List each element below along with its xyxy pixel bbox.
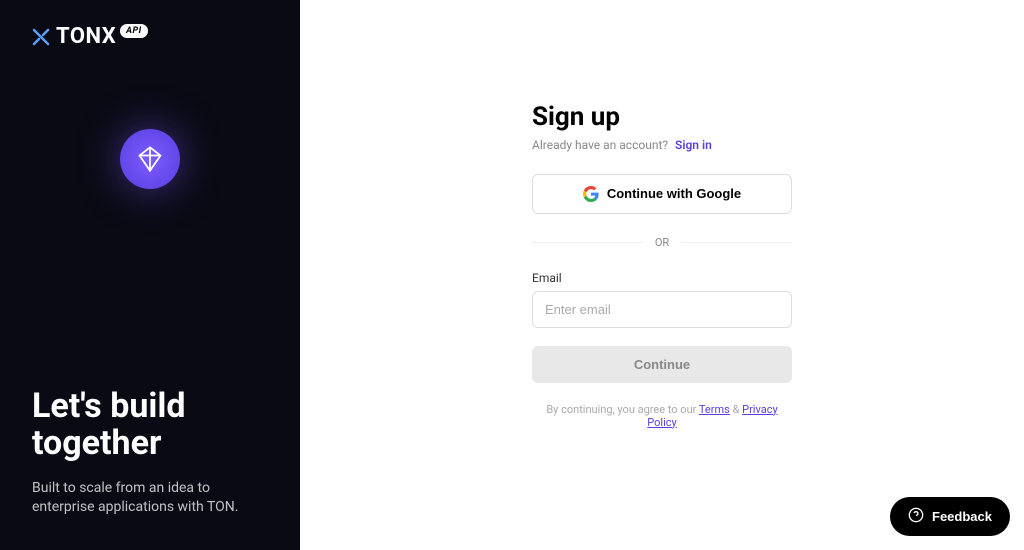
signup-form: Sign up Already have an account? Sign in… — [532, 102, 792, 429]
legal-text: By continuing, you agree to our Terms & … — [532, 403, 792, 429]
google-icon — [583, 186, 599, 202]
feedback-button[interactable]: Feedback — [890, 497, 1010, 536]
hero-icon-area — [32, 49, 268, 388]
brand-name: TONX API — [56, 24, 148, 49]
sidebar-hero-text: Let's build together Built to scale from… — [32, 388, 268, 518]
sidebar: TONX API Let's build together Built to s… — [0, 0, 300, 550]
email-label: Email — [532, 271, 792, 285]
headline: Let's build together — [32, 388, 268, 463]
divider: OR — [532, 236, 792, 249]
terms-link[interactable]: Terms — [699, 403, 730, 416]
main-content: Sign up Already have an account? Sign in… — [300, 0, 1024, 550]
diamond-circle-icon — [120, 129, 180, 189]
brand-x-icon — [32, 28, 50, 46]
continue-button[interactable]: Continue — [532, 346, 792, 383]
form-subtitle: Already have an account? Sign in — [532, 138, 792, 152]
subheadline: Built to scale from an idea to enterpris… — [32, 479, 268, 518]
continue-with-google-button[interactable]: Continue with Google — [532, 174, 792, 214]
api-badge: API — [120, 24, 148, 38]
brand-logo: TONX API — [32, 24, 268, 49]
form-title: Sign up — [532, 102, 792, 132]
email-input[interactable] — [532, 291, 792, 328]
help-icon — [908, 507, 924, 526]
signin-link[interactable]: Sign in — [675, 138, 712, 152]
